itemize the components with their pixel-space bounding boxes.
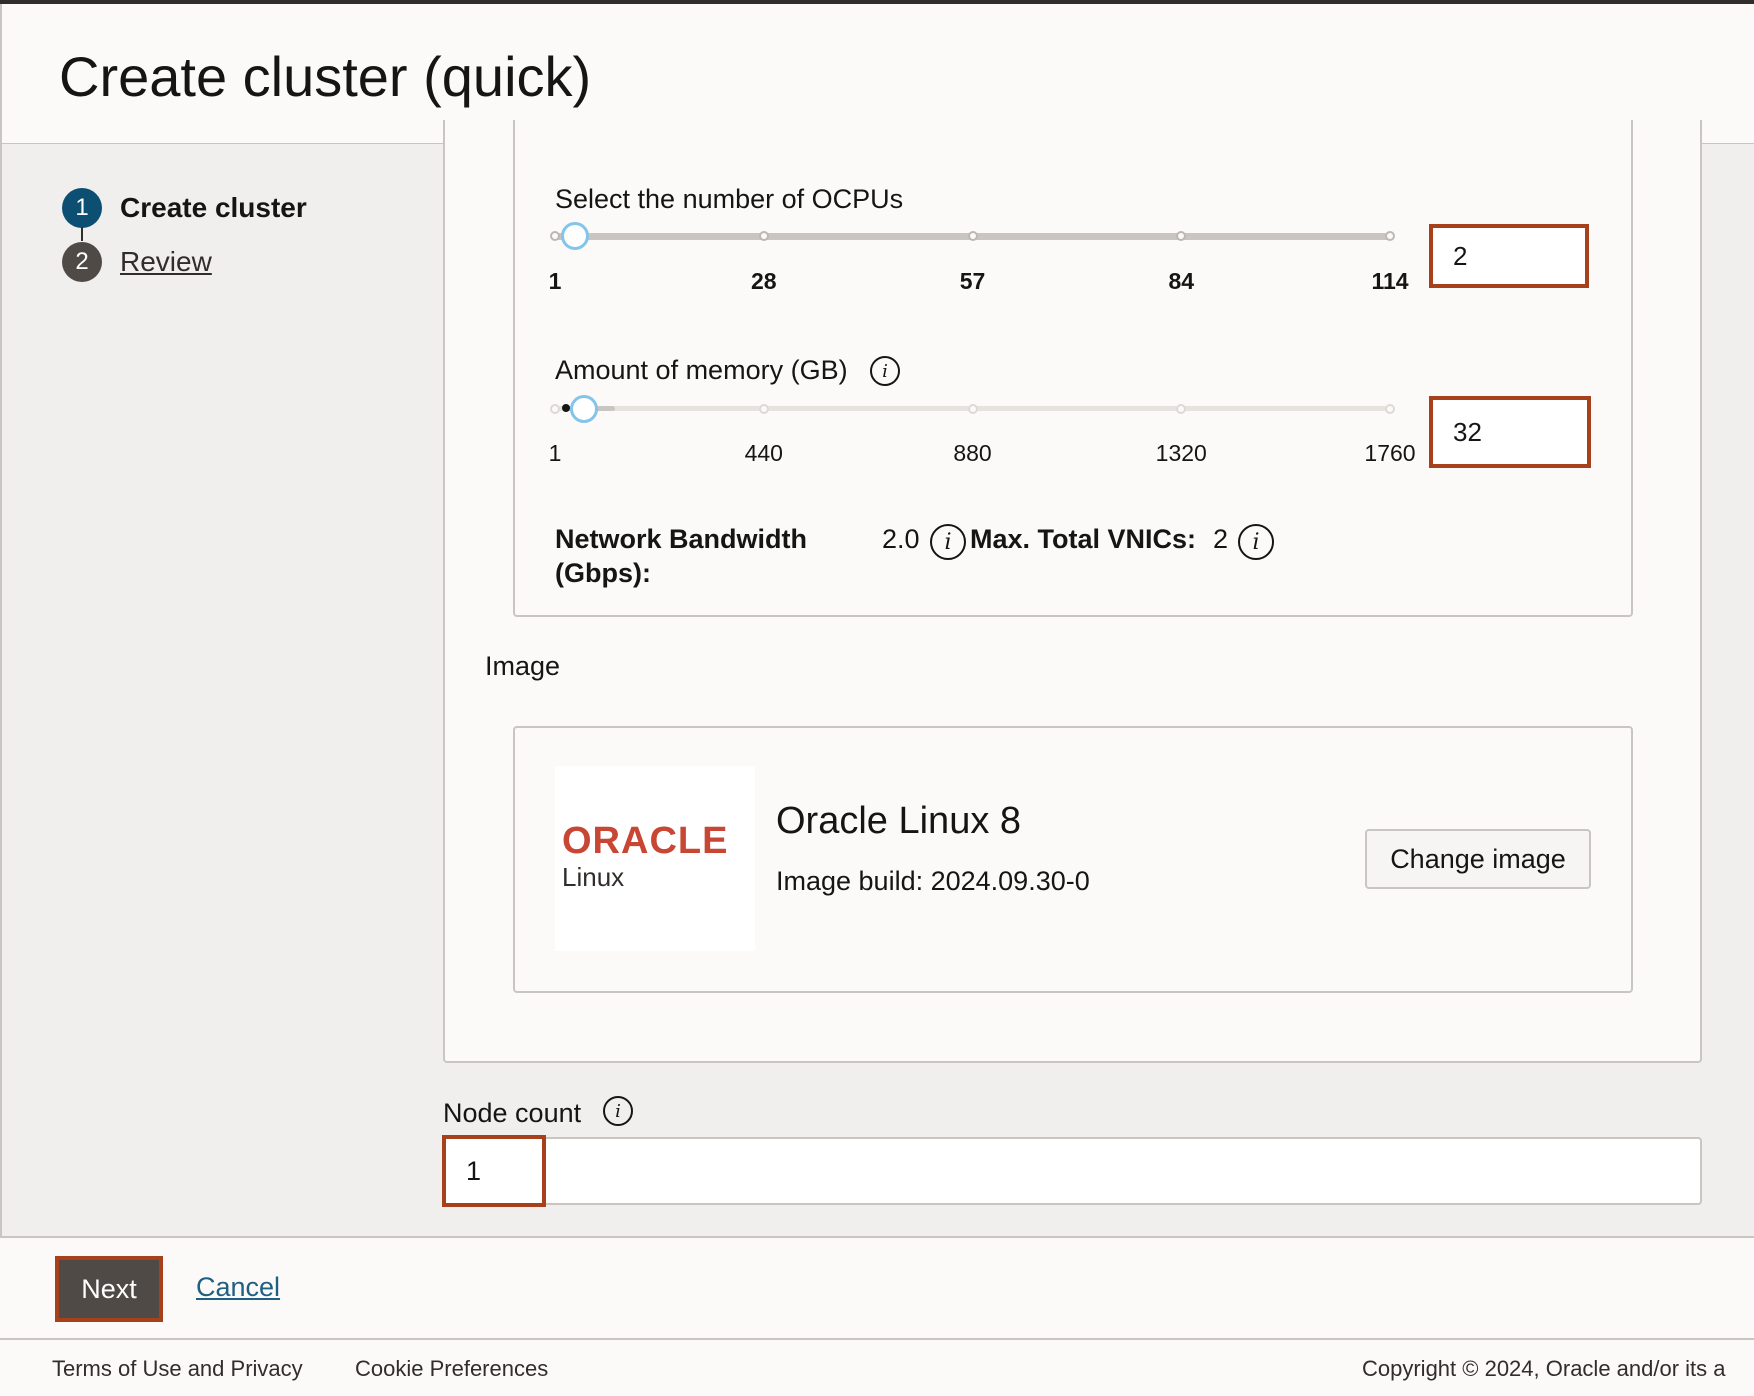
bandwidth-info-icon[interactable]: i (930, 524, 966, 560)
left-border (0, 4, 2, 1344)
oracle-logo-word: ORACLE (562, 820, 729, 862)
memory-slider-tick (1385, 404, 1395, 414)
ocpu-slider-tick (758, 231, 769, 241)
step-review[interactable]: 2 Review (62, 242, 212, 282)
page-title: Create cluster (quick) (59, 45, 592, 108)
memory-value-input[interactable]: 32 (1429, 396, 1591, 468)
step-create-cluster: 1 Create cluster (62, 188, 307, 228)
memory-slider-tick (967, 404, 978, 414)
memory-info-icon[interactable]: i (870, 356, 900, 386)
oracle-logo-sub: Linux (562, 862, 625, 892)
image-section-label: Image (485, 651, 561, 681)
ocpu-slider-tick-label: 28 (750, 268, 777, 294)
node-count-label: Node count (443, 1098, 582, 1128)
memory-slider-tick-label: 1320 (1155, 440, 1207, 466)
next-button[interactable]: Next (55, 1256, 163, 1322)
network-bandwidth-label-line1: Network Bandwidth (555, 524, 808, 554)
cookie-preferences-link[interactable]: Cookie Preferences (355, 1356, 548, 1382)
step-label-review[interactable]: Review (120, 246, 212, 278)
copyright-text: Copyright © 2024, Oracle and/or its a (1362, 1356, 1726, 1381)
network-bandwidth-label-line2: (Gbps): (555, 558, 651, 588)
memory-slider-tick-label: 440 (744, 440, 783, 466)
max-vnics-value: 2 (1213, 524, 1229, 554)
ocpu-label: Select the number of OCPUs (555, 184, 904, 214)
ocpu-slider-tick (550, 231, 560, 241)
memory-slider-tick-label: 880 (953, 440, 992, 466)
node-count-value[interactable]: 1 (442, 1135, 546, 1207)
ocpu-slider-tick-label: 57 (959, 268, 986, 294)
network-bandwidth-label: Network Bandwidth (Gbps): (555, 522, 807, 590)
memory-slider-thumb[interactable] (569, 395, 598, 423)
memory-label: Amount of memory (GB) (555, 355, 848, 385)
step-label-create-cluster: Create cluster (120, 192, 307, 223)
memory-slider-tick-label: 1760 (1364, 440, 1416, 466)
ocpu-slider-tick-label: 84 (1168, 268, 1195, 294)
terms-link[interactable]: Terms of Use and Privacy (52, 1356, 303, 1382)
network-bandwidth-value: 2.0 (882, 524, 920, 554)
ocpu-value-input[interactable]: 2 (1429, 224, 1589, 288)
memory-slider-tick (550, 404, 560, 414)
change-image-button[interactable]: Change image (1365, 829, 1591, 889)
step-number-2: 2 (62, 242, 102, 282)
node-count-input[interactable] (444, 1137, 1702, 1205)
ocpu-slider-tick (1385, 231, 1395, 241)
cancel-link[interactable]: Cancel (196, 1272, 280, 1303)
image-name: Oracle Linux 8 (776, 800, 1022, 842)
memory-slider-tick-label: 1 (548, 440, 562, 466)
node-count-info-icon[interactable]: i (603, 1096, 633, 1126)
memory-slider-tick (758, 404, 769, 414)
ocpu-slider-tick-label: 1 (548, 268, 562, 294)
step-number-1: 1 (62, 188, 102, 228)
ocpu-slider-tick-label: 114 (1371, 268, 1409, 294)
ocpu-slider-tick (967, 231, 978, 241)
image-build: Image build: 2024.09.30-0 (776, 866, 1090, 896)
step-connector (81, 227, 83, 241)
max-vnics-label: Max. Total VNICs: (970, 524, 1197, 554)
memory-slider-min-dot (562, 404, 570, 412)
vnics-info-icon[interactable]: i (1238, 524, 1274, 560)
